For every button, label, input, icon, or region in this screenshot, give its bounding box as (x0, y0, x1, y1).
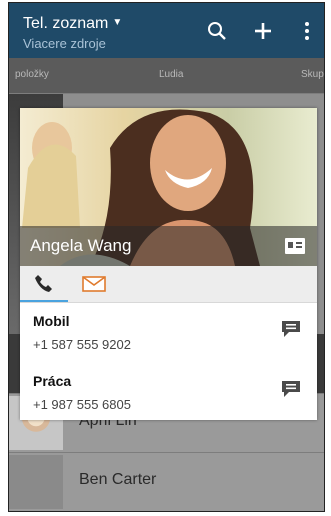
search-icon (208, 22, 226, 40)
header-title: Tel. zoznam (23, 15, 109, 32)
app-header: Tel. zoznam ▼ Viacere zdroje (9, 3, 324, 58)
more-vertical-icon (305, 22, 309, 40)
add-contact-button[interactable] (249, 17, 277, 45)
mail-icon (82, 276, 106, 292)
entry-label: Mobil (33, 313, 70, 329)
search-button[interactable] (203, 17, 231, 45)
phone-number: +1 987 555 6805 (33, 397, 131, 412)
plus-icon (255, 23, 271, 39)
send-message-button[interactable] (281, 320, 301, 338)
source-selector[interactable]: Tel. zoznam ▼ (23, 15, 122, 33)
contact-card: Angela Wang Mobil +1 587 555 9202 Práca … (20, 108, 317, 420)
entry-label: Práca (33, 373, 72, 389)
contact-card-icon (285, 238, 305, 254)
name-bar: Angela Wang (20, 226, 317, 266)
tab-groups[interactable]: Skup (301, 69, 324, 80)
tab-bar: položky Ľudia Skup (9, 58, 324, 93)
call-tab[interactable] (20, 266, 68, 302)
phone-number: +1 587 555 9202 (33, 337, 131, 352)
phone-entry-mobile[interactable]: Mobil +1 587 555 9202 (20, 304, 317, 364)
avatar (9, 455, 63, 509)
tab-items[interactable]: položky (15, 69, 49, 80)
overflow-menu-button[interactable] (297, 17, 317, 45)
header-subtitle: Viacere zdroje (23, 36, 106, 51)
contact-name-title: Angela Wang (30, 236, 132, 255)
action-bar (20, 266, 317, 303)
caret-down-icon: ▼ (112, 17, 123, 28)
send-message-button[interactable] (281, 380, 301, 398)
tab-people[interactable]: Ľudia (159, 69, 183, 80)
email-tab[interactable] (70, 266, 118, 302)
contact-details-button[interactable] (285, 238, 305, 254)
message-icon (282, 381, 300, 397)
phone-entry-work[interactable]: Práca +1 987 555 6805 (20, 364, 317, 424)
list-item[interactable]: Ben Carter (9, 452, 324, 511)
phone-icon (35, 275, 52, 292)
message-icon (282, 321, 300, 337)
contact-name: Ben Carter (79, 471, 157, 488)
contact-photo: Angela Wang (20, 108, 317, 266)
